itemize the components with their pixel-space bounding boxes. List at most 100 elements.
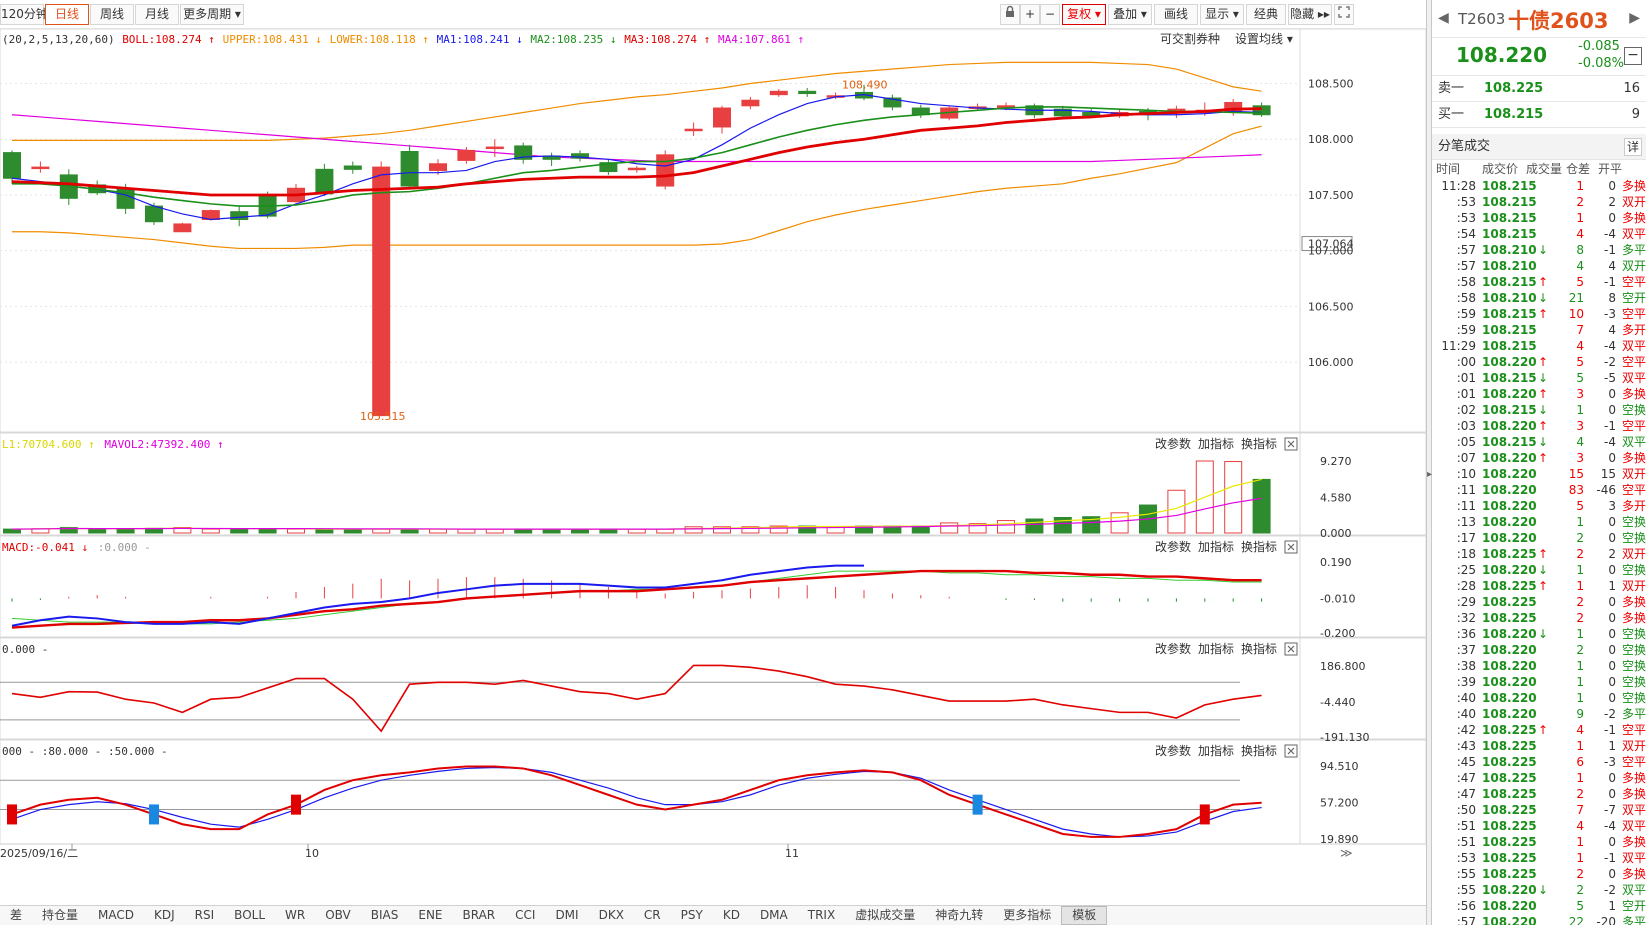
edit-params-button[interactable]: 改参数 bbox=[1155, 641, 1191, 656]
candle[interactable] bbox=[485, 139, 504, 158]
candle[interactable] bbox=[372, 161, 391, 417]
trade-cell-v: 1 bbox=[1576, 563, 1584, 577]
overlay-dropdown[interactable]: 叠加 ▾ bbox=[1108, 4, 1152, 25]
candle[interactable] bbox=[883, 94, 902, 111]
edit-params-button[interactable]: 改参数 bbox=[1155, 436, 1191, 451]
indicator-tab[interactable]: CR bbox=[634, 906, 671, 925]
indicator-tab[interactable]: 持仓量 bbox=[32, 906, 88, 925]
period-daily-tab[interactable]: 日线 bbox=[45, 4, 89, 25]
close-icon[interactable] bbox=[1284, 744, 1298, 758]
lock-icon[interactable] bbox=[1000, 4, 1020, 25]
indicator-tab[interactable]: MACD bbox=[88, 906, 144, 925]
trade-cell-o: 15 bbox=[1600, 467, 1616, 481]
indicator-tab[interactable]: RSI bbox=[185, 906, 225, 925]
trade-cell-p: 108.215 bbox=[1482, 195, 1537, 209]
deliverable-bonds-button[interactable]: 可交割券种 bbox=[1160, 31, 1220, 46]
indicator-tab[interactable]: TRIX bbox=[798, 906, 845, 925]
indicator-tab[interactable]: KDJ bbox=[144, 906, 185, 925]
indicator-tab[interactable]: DMA bbox=[750, 906, 798, 925]
trade-cell-p: 108.215 bbox=[1482, 323, 1537, 337]
trade-row: :59 108.215 7 4 多开 bbox=[1432, 322, 1646, 338]
indicator-tab[interactable]: OBV bbox=[315, 906, 361, 925]
indicator-tab[interactable]: BIAS bbox=[361, 906, 409, 925]
collapse-arrow-icon[interactable]: ▸ bbox=[1427, 470, 1432, 480]
candle[interactable] bbox=[741, 96, 760, 110]
candle[interactable] bbox=[343, 161, 362, 174]
indicator-tab[interactable]: ENE bbox=[408, 906, 452, 925]
candle[interactable] bbox=[514, 142, 533, 164]
close-icon[interactable] bbox=[1284, 540, 1298, 554]
indicator-tab[interactable]: 更多指标 bbox=[993, 906, 1061, 925]
indicator-tab[interactable]: CCI bbox=[505, 906, 545, 925]
indicator-tab[interactable]: WR bbox=[275, 906, 315, 925]
candle[interactable] bbox=[713, 105, 731, 134]
candle[interactable] bbox=[31, 161, 50, 173]
trade-cell-a: ↓ bbox=[1538, 371, 1549, 385]
candle[interactable] bbox=[599, 159, 618, 175]
switch-indicator-button[interactable]: 换指标 bbox=[1241, 436, 1277, 451]
candle[interactable] bbox=[400, 144, 419, 190]
draw-line-button[interactable]: 画线 bbox=[1154, 4, 1198, 25]
candle[interactable] bbox=[798, 87, 817, 97]
scroll-right-icon[interactable]: ≫ bbox=[1340, 846, 1353, 860]
indicator-tab[interactable]: KD bbox=[713, 906, 750, 925]
candle[interactable] bbox=[911, 104, 930, 119]
indicator-tab[interactable]: 差 bbox=[0, 906, 32, 925]
indicator-tab[interactable]: PSY bbox=[671, 906, 713, 925]
trade-cell-t: :50 bbox=[1456, 803, 1476, 817]
close-icon[interactable] bbox=[1284, 437, 1298, 451]
indicator-tab[interactable]: 神奇九转 bbox=[925, 906, 993, 925]
candle[interactable] bbox=[542, 152, 561, 166]
chart-toolbar: 120分钟 日线 周线 月线 更多周期 ▾ + − 复权 ▾ 叠加 ▾ 画线 显… bbox=[0, 0, 1430, 29]
indicator-tab[interactable]: DKX bbox=[589, 906, 634, 925]
kline-chart[interactable]: (20,2,5,13,20,60) BOLL:108.274 ↑ UPPER:108… bbox=[0, 29, 1426, 905]
add-indicator-button[interactable]: 加指标 bbox=[1198, 436, 1234, 451]
adjust-weight-dropdown[interactable]: 复权 ▾ bbox=[1062, 4, 1106, 25]
hide-button[interactable]: 隐藏 ▸▸ bbox=[1288, 4, 1332, 25]
more-periods-dropdown[interactable]: 更多周期 ▾ bbox=[180, 4, 244, 25]
switch-indicator-button[interactable]: 换指标 bbox=[1241, 539, 1277, 554]
indicator-tab[interactable]: BRAR bbox=[453, 906, 506, 925]
candle[interactable] bbox=[627, 165, 646, 173]
trade-cell-o: 1 bbox=[1608, 739, 1616, 753]
add-indicator-button[interactable]: 加指标 bbox=[1198, 743, 1234, 758]
indicator-tab[interactable]: 虚拟成交量 bbox=[845, 906, 925, 925]
trade-row: :00 108.220 ↑ 5 -2 空平 bbox=[1432, 354, 1646, 370]
candle[interactable] bbox=[571, 150, 589, 162]
zoom-in-icon[interactable]: + bbox=[1020, 4, 1040, 25]
indicator-tab[interactable]: BOLL bbox=[224, 906, 275, 925]
trade-row: :01 108.215 ↓ 5 -5 双平 bbox=[1432, 370, 1646, 386]
trade-row: :05 108.215 ↓ 4 -4 双平 bbox=[1432, 434, 1646, 450]
candle[interactable] bbox=[656, 150, 675, 190]
display-dropdown[interactable]: 显示 ▾ bbox=[1200, 4, 1244, 25]
classic-button[interactable]: 经典 bbox=[1246, 4, 1286, 25]
candle[interactable] bbox=[173, 222, 192, 233]
add-indicator-button[interactable]: 加指标 bbox=[1198, 641, 1234, 656]
prev-contract-arrow-icon[interactable]: ◀ bbox=[1438, 10, 1449, 26]
switch-indicator-button[interactable]: 换指标 bbox=[1241, 743, 1277, 758]
minimize-icon[interactable]: − bbox=[1624, 47, 1642, 65]
zoom-out-icon[interactable]: − bbox=[1040, 4, 1060, 25]
indicator-tab[interactable]: 模板 bbox=[1061, 906, 1108, 925]
candle[interactable] bbox=[230, 206, 249, 227]
switch-indicator-button[interactable]: 换指标 bbox=[1241, 641, 1277, 656]
trade-cell-o: 0 bbox=[1608, 211, 1616, 225]
candle[interactable] bbox=[769, 89, 788, 97]
trade-cell-k: 多换 bbox=[1621, 867, 1646, 881]
add-indicator-button[interactable]: 加指标 bbox=[1198, 539, 1234, 554]
close-icon[interactable] bbox=[1284, 642, 1298, 656]
trade-cell-a: ↓ bbox=[1538, 627, 1549, 641]
indicator-tab[interactable]: DMI bbox=[545, 906, 588, 925]
edit-params-button[interactable]: 改参数 bbox=[1155, 743, 1191, 758]
period-monthly-tab[interactable]: 月线 bbox=[135, 4, 179, 25]
trade-row: :29 108.225 2 0 多换 bbox=[1432, 594, 1646, 610]
trade-cell-o: -20 bbox=[1596, 915, 1616, 925]
set-ma-dropdown[interactable]: 设置均线 ▾ bbox=[1235, 32, 1293, 46]
fullscreen-icon[interactable] bbox=[1334, 4, 1354, 25]
period-120min-tab[interactable]: 120分钟 bbox=[0, 4, 48, 25]
period-weekly-tab[interactable]: 周线 bbox=[90, 4, 134, 25]
candle[interactable] bbox=[684, 122, 703, 136]
next-contract-arrow-icon[interactable]: ▶ bbox=[1629, 10, 1640, 26]
trades-detail-button[interactable]: 详 bbox=[1624, 138, 1642, 156]
edit-params-button[interactable]: 改参数 bbox=[1155, 539, 1191, 554]
